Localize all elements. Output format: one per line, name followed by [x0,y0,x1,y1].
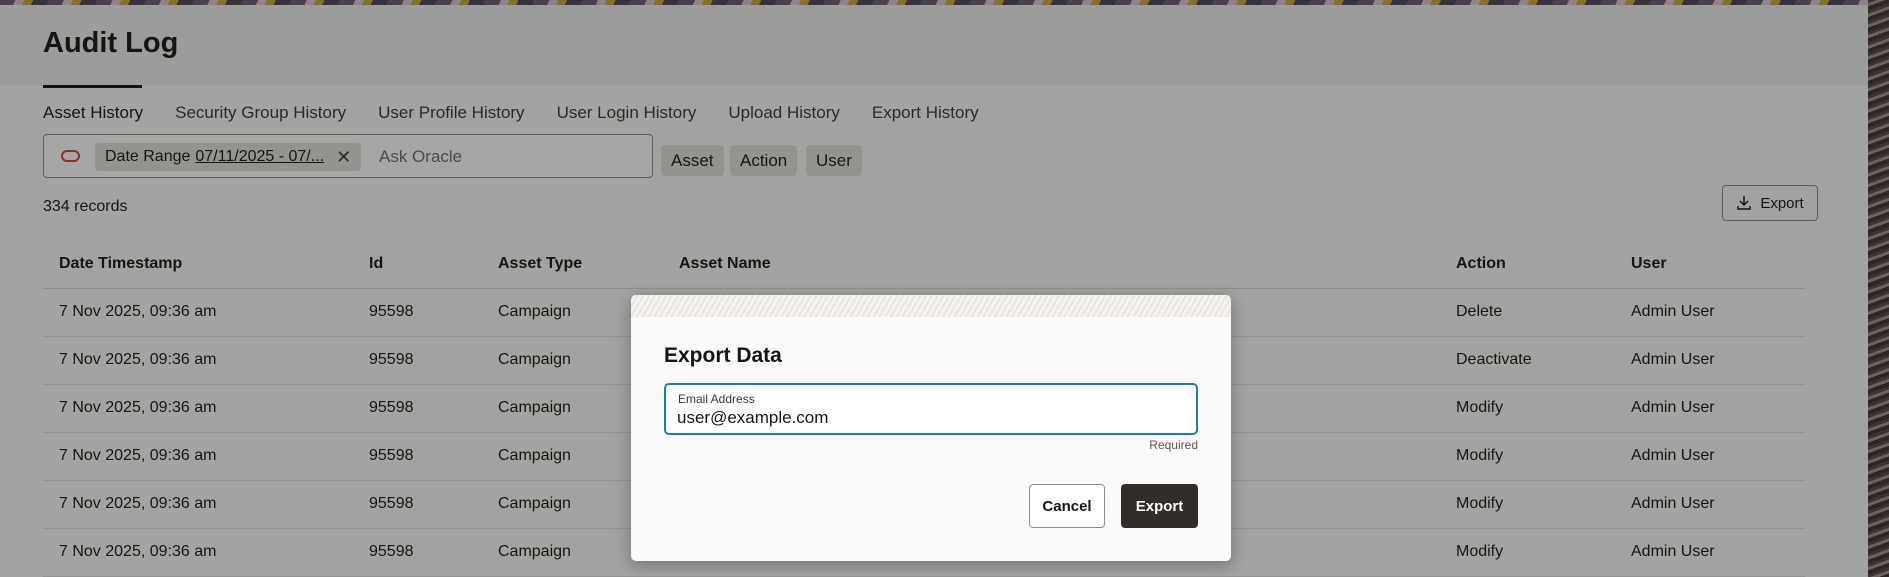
side-decoration [1868,0,1889,577]
required-hint: Required [1149,438,1198,452]
cancel-button[interactable]: Cancel [1029,484,1105,528]
dialog-header-texture [631,295,1231,317]
email-field-label: Email Address [678,392,755,406]
export-data-dialog: Export Data Email Address Required Cance… [631,295,1231,561]
email-input[interactable] [677,406,1177,430]
dialog-title: Export Data [664,344,782,367]
confirm-export-button[interactable]: Export [1121,484,1198,528]
email-address-field[interactable]: Email Address [664,383,1198,435]
